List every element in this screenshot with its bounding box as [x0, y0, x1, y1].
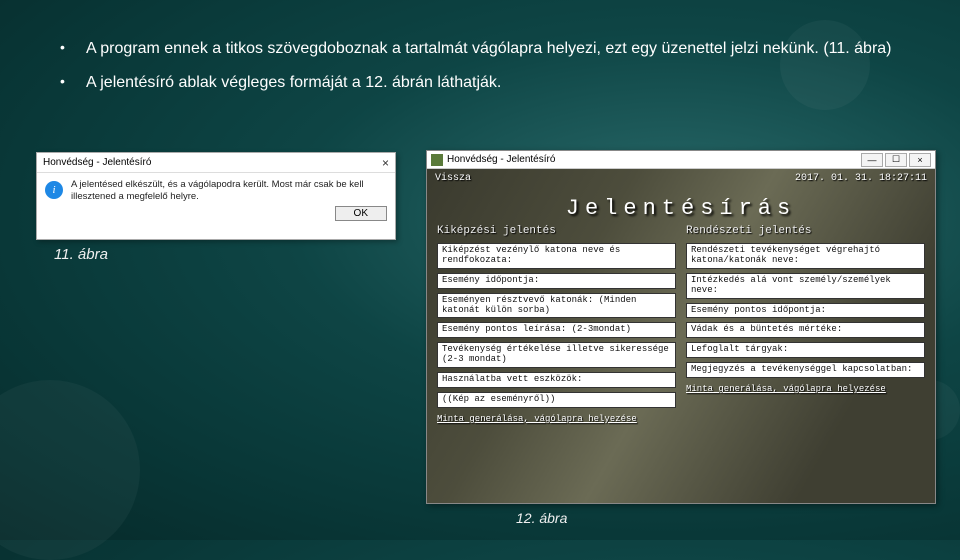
left-column: Kiképzési jelentés Kiképzést vezénylő ka… [437, 225, 676, 485]
field[interactable]: Intézkedés alá vont személy/személyek ne… [686, 273, 925, 299]
field[interactable]: Kiképzést vezénylő katona neve és rendfo… [437, 243, 676, 269]
dialog-title: Honvédség - Jelentésíró [43, 157, 151, 168]
right-column: Rendészeti jelentés Rendészeti tevékenys… [686, 225, 925, 485]
dialog-11: Honvédség - Jelentésíró × i A jelentésed… [36, 152, 396, 240]
field[interactable]: Lefoglalt tárgyak: [686, 342, 925, 358]
field[interactable]: Esemény pontos leírása: (2-3mondat) [437, 322, 676, 338]
figure-caption-11: 11. ábra [54, 246, 108, 263]
bullet-item: A jelentésíró ablak végleges formáját a … [54, 72, 906, 94]
right-subhead: Rendészeti jelentés [686, 225, 925, 239]
figure-caption-12: 12. ábra [516, 510, 567, 526]
field[interactable]: Vádak és a büntetés mértéke: [686, 322, 925, 338]
datetime-label: 2017. 01. 31. 18:27:11 [795, 173, 927, 184]
back-link[interactable]: Vissza [435, 173, 471, 184]
field[interactable]: Rendészeti tevékenységet végrehajtó kato… [686, 243, 925, 269]
ok-button[interactable]: OK [335, 206, 387, 221]
close-icon[interactable]: × [382, 156, 389, 170]
bullet-list: A program ennek a titkos szövegdoboznak … [54, 38, 906, 95]
field[interactable]: Esemény időpontja: [437, 273, 676, 289]
info-icon: i [45, 181, 63, 199]
field[interactable]: Használatba vett eszközök: [437, 372, 676, 388]
field[interactable]: Tevékenység értékelése illetve sikeressé… [437, 342, 676, 368]
app-body: Vissza 2017. 01. 31. 18:27:11 Jelentésír… [427, 169, 935, 503]
window-12: Honvédség - Jelentésíró — ☐ × Vissza 201… [426, 150, 936, 504]
dialog-message: A jelentésed elkészült, és a vágólapodra… [71, 179, 387, 204]
field[interactable]: Esemény pontos időpontja: [686, 303, 925, 319]
dialog-titlebar: Honvédség - Jelentésíró × [37, 153, 395, 173]
field[interactable]: Eseményen résztvevő katonák: (Minden kat… [437, 293, 676, 319]
left-subhead: Kiképzési jelentés [437, 225, 676, 239]
generate-left-link[interactable]: Minta generálása, vágólapra helyezése [437, 412, 676, 424]
window-controls: — ☐ × [861, 153, 931, 167]
app-icon [431, 154, 443, 166]
maximize-icon[interactable]: ☐ [885, 153, 907, 167]
window-titlebar: Honvédség - Jelentésíró — ☐ × [427, 151, 935, 169]
window-title: Honvédség - Jelentésíró [447, 154, 555, 165]
field[interactable]: ((Kép az eseményről)) [437, 392, 676, 408]
slide-body: A program ennek a titkos szövegdoboznak … [0, 0, 960, 95]
generate-right-link[interactable]: Minta generálása, vágólapra helyezése [686, 382, 925, 394]
close-icon[interactable]: × [909, 153, 931, 167]
page-heading: Jelentésírás [427, 188, 935, 225]
bullet-item: A program ennek a titkos szövegdoboznak … [54, 38, 906, 60]
minimize-icon[interactable]: — [861, 153, 883, 167]
field[interactable]: Megjegyzés a tevékenységgel kapcsolatban… [686, 362, 925, 378]
